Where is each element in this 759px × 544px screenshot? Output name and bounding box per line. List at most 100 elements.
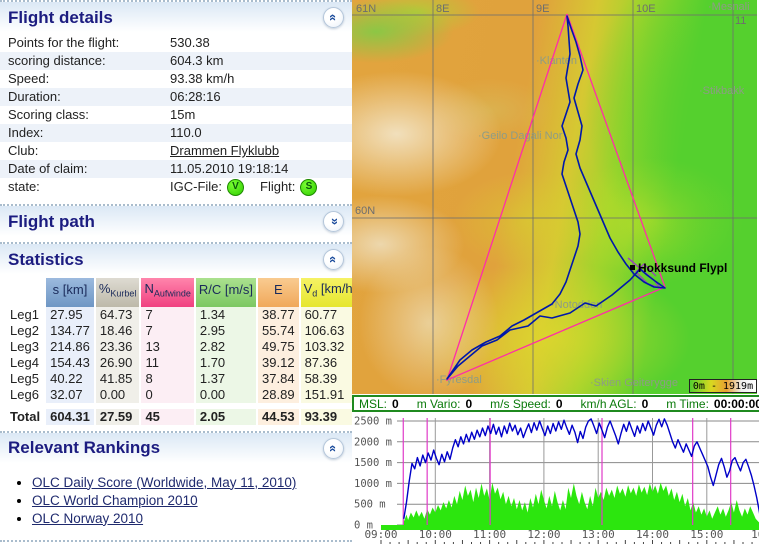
stats-row: Leg127.9564.7371.3438.7760.77 (8, 307, 359, 323)
stats-cell: 2.82 (196, 339, 256, 355)
stats-cell: 7 (141, 307, 193, 323)
state-s-icon[interactable]: S (300, 179, 317, 196)
detail-value: 06:28:16 (170, 88, 221, 106)
grid-label: 60N (355, 205, 375, 217)
place-label: ·Stikbakk (699, 85, 745, 97)
stats-column-header: R/C [m/s] (196, 278, 256, 307)
stats-cell: 604.31 (46, 409, 94, 425)
detail-value: 93.38 km/h (170, 70, 234, 88)
telemetry-value: 00:00:00 (714, 397, 759, 411)
rankings-title: Relevant Rankings (8, 438, 160, 458)
ranking-item: OLC Norway 2010 (32, 511, 352, 526)
stats-cell: 0 (141, 387, 193, 403)
detail-row: Date of claim:11.05.2010 19:18:14 (0, 160, 352, 178)
chevron-up-icon: « (327, 14, 340, 21)
flight-path-title: Flight path (8, 212, 95, 232)
detail-label: Date of claim: (8, 160, 170, 178)
stats-cell: 103.32 (301, 339, 360, 355)
telemetry-item: m Vario:0 (417, 397, 472, 411)
stats-cell: 41.85 (96, 371, 140, 387)
club-link[interactable]: Drammen Flyklubb (170, 143, 279, 158)
detail-row: Duration:06:28:16 (0, 88, 352, 106)
rankings-collapse-button[interactable]: « (323, 438, 344, 459)
detail-row: Speed:93.38 km/h (0, 70, 352, 88)
x-axis-label: 15:00 (690, 528, 723, 541)
airport-label: Hokksund Flypl (638, 261, 727, 275)
detail-label: scoring distance: (8, 52, 170, 70)
statistics-collapse-button[interactable]: « (323, 249, 344, 270)
detail-label: Index: (8, 124, 170, 142)
stats-cell: 60.77 (301, 307, 360, 323)
stats-row: Leg3214.8623.36132.8249.75103.32 (8, 339, 359, 355)
leg-name: Total (8, 409, 44, 425)
stats-cell: 11 (141, 355, 193, 371)
statistics-title: Statistics (8, 250, 84, 270)
y-axis-label: 500 m (354, 499, 386, 511)
place-label: ·Fyresdal (436, 374, 482, 386)
detail-row: state:IGC-File:VFlight:S (0, 178, 352, 196)
leg-name: Leg1 (8, 307, 44, 323)
detail-row: Club:Drammen Flyklubb (0, 142, 352, 160)
flight-path-expand-button[interactable]: « (323, 211, 344, 232)
x-axis-label: 11:00 (473, 528, 506, 541)
stats-column-header: s [km] (46, 278, 94, 307)
stats-row: Total604.3127.59452.0544.5393.39 (8, 409, 359, 425)
stats-cell: 0.00 (196, 387, 256, 403)
chevron-up-icon: « (327, 256, 340, 263)
grid-label: 61N (356, 3, 376, 15)
x-axis-label: 09:00 (364, 528, 397, 541)
stats-cell: 27.95 (46, 307, 94, 323)
ranking-link[interactable]: OLC World Champion 2010 (32, 493, 198, 508)
telemetry-value: 0 (465, 397, 472, 411)
stats-cell: 2.05 (196, 409, 256, 425)
stats-cell: 39.12 (258, 355, 299, 371)
stats-cell: 23.36 (96, 339, 140, 355)
stats-row: Leg632.070.0000.0028.89151.91 (8, 387, 359, 403)
rankings-header: Relevant Rankings « (0, 431, 352, 463)
ranking-link[interactable]: OLC Norway 2010 (32, 511, 143, 526)
telemetry-value: 0 (642, 397, 649, 411)
telemetry-item: m Time: 00:00:00 (666, 397, 759, 411)
stats-cell: 27.59 (96, 409, 140, 425)
stats-cell: 13 (141, 339, 193, 355)
right-panel: 8E9E10E1161N60N·Klanten·Stikbakk·Geilo D… (352, 0, 759, 544)
telemetry-item: km/h AGL:0 (581, 397, 649, 411)
terrain-map[interactable]: 8E9E10E1161N60N·Klanten·Stikbakk·Geilo D… (352, 0, 757, 394)
section-divider (0, 540, 352, 544)
stats-cell: 28.89 (258, 387, 299, 403)
detail-label: Points for the flight: (8, 34, 170, 52)
barogram[interactable]: 0 m500 m1000 m1500 m2000 m2500 m09:0010:… (352, 412, 759, 544)
detail-value: 530.38 (170, 34, 210, 52)
stats-cell: 58.39 (301, 371, 360, 387)
x-axis-label: 16: (751, 528, 759, 541)
state-v-icon[interactable]: V (227, 179, 244, 196)
y-axis-label: 2000 m (354, 436, 392, 448)
leg-name: Leg2 (8, 323, 44, 339)
stats-cell: 40.22 (46, 371, 94, 387)
telemetry-label: m/s Speed: (490, 397, 551, 411)
y-axis-label: 1000 m (354, 478, 392, 490)
stats-cell: 0.00 (96, 387, 140, 403)
detail-value: 110.0 (170, 124, 202, 142)
flight-details-collapse-button[interactable]: « (323, 7, 344, 28)
flight-details-section: Flight details « Points for the flight:5… (0, 0, 352, 196)
stats-cell: 38.77 (258, 307, 299, 323)
detail-row: Scoring class:15m (0, 106, 352, 124)
x-axis-label: 10:00 (419, 528, 452, 541)
ranking-item: OLC Daily Score (Worldwide, May 11, 2010… (32, 475, 352, 490)
rankings-section: Relevant Rankings « OLC Daily Score (Wor… (0, 431, 352, 544)
stats-cell: 32.07 (46, 387, 94, 403)
leg-name: Leg6 (8, 387, 44, 403)
detail-row: scoring distance:604.3 km (0, 52, 352, 70)
ranking-link[interactable]: OLC Daily Score (Worldwide, May 11, 2010… (32, 475, 296, 490)
flight-path-section: Flight path « (0, 204, 352, 236)
telemetry-label: m Time: (666, 397, 709, 411)
stats-cell: 49.75 (258, 339, 299, 355)
stats-cell: 1.37 (196, 371, 256, 387)
detail-value: Drammen Flyklubb (170, 142, 279, 160)
detail-value: IGC-File:VFlight:S (170, 178, 317, 196)
stats-cell: 8 (141, 371, 193, 387)
telemetry-value: 0 (556, 397, 563, 411)
stats-column-header: NAufwinde (141, 278, 193, 307)
state-label: IGC-File: (170, 178, 222, 196)
